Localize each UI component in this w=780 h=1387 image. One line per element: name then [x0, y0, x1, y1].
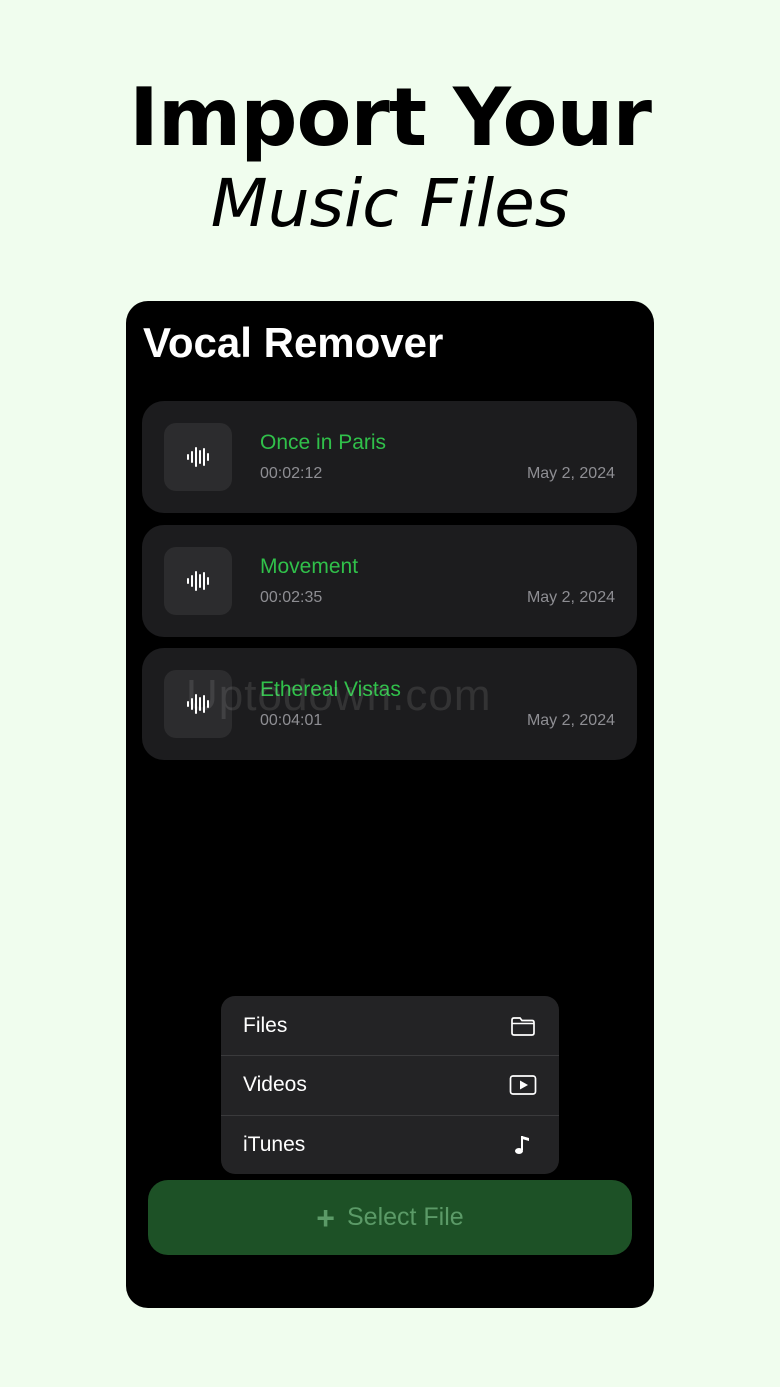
plus-icon: +	[316, 1199, 335, 1236]
track-date: May 2, 2024	[526, 589, 615, 606]
track-date: May 2, 2024	[526, 712, 615, 729]
menu-item-label: Videos	[243, 1073, 307, 1097]
track-row[interactable]: Once in Paris 00:02:12 May 2, 2024	[142, 401, 637, 513]
headline-line-1: Import Your	[129, 71, 652, 164]
headline: Import Your Music Files	[0, 70, 780, 246]
track-duration: 00:04:01	[260, 712, 323, 729]
select-file-label: Select File	[346, 1203, 464, 1231]
select-file-button[interactable]: + Select File	[148, 1180, 632, 1255]
track-row[interactable]: Ethereal Vistas 00:04:01 May 2, 2024	[142, 648, 637, 760]
waveform-icon	[164, 547, 232, 615]
track-name: Once in Paris	[260, 431, 387, 454]
menu-item-label: iTunes	[243, 1132, 306, 1156]
menu-item-itunes[interactable]: iTunes	[221, 1114, 559, 1174]
music-note-icon	[509, 1131, 537, 1159]
import-source-menu: Files Videos iTunes	[221, 996, 559, 1174]
track-duration: 00:02:35	[260, 589, 323, 606]
menu-item-files[interactable]: Files	[221, 996, 559, 1055]
waveform-icon	[164, 423, 232, 491]
app-screen: Vocal Remover Once in Paris 00:02:12 May…	[126, 301, 654, 1308]
menu-item-videos[interactable]: Videos	[221, 1055, 559, 1114]
track-name: Movement	[260, 555, 359, 578]
track-name: Ethereal Vistas	[260, 678, 401, 701]
track-date: May 2, 2024	[526, 465, 615, 482]
track-duration: 00:02:12	[260, 465, 323, 482]
folder-icon	[509, 1012, 537, 1040]
app-title: Vocal Remover	[143, 319, 444, 366]
track-row[interactable]: Movement 00:02:35 May 2, 2024	[142, 525, 637, 637]
waveform-icon	[164, 670, 232, 738]
headline-line-2: Music Files	[210, 165, 570, 242]
play-icon	[509, 1071, 537, 1099]
menu-item-label: Files	[243, 1013, 288, 1037]
